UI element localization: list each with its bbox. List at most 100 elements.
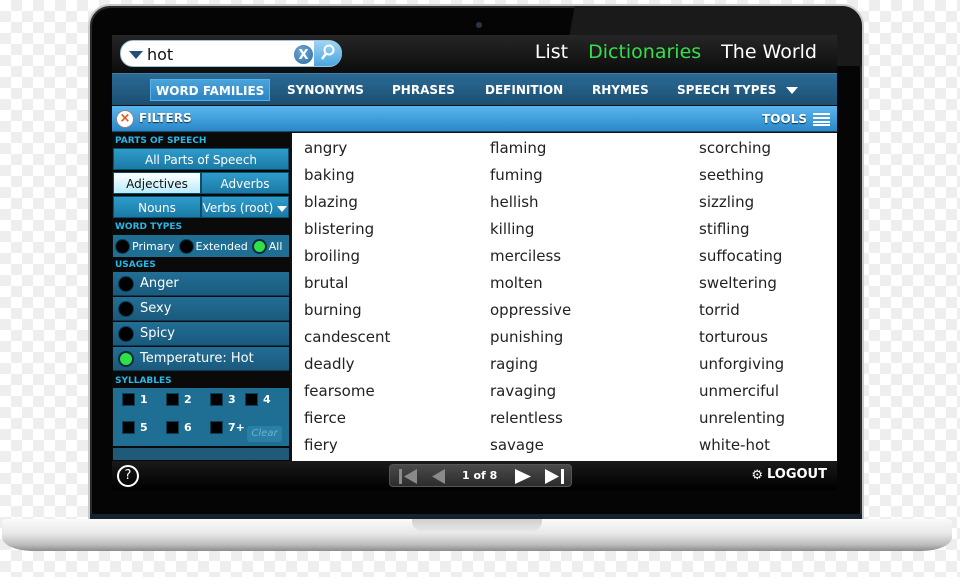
word-item[interactable]: deadly	[304, 354, 390, 381]
syllable-4-checkbox[interactable]: 4	[245, 393, 271, 406]
usage-anger[interactable]: Anger	[113, 272, 289, 296]
syllable-3-checkbox[interactable]: 3	[210, 393, 236, 406]
syllable-3-label: 3	[228, 393, 236, 406]
syllable-1-label: 1	[140, 393, 148, 406]
tools-label[interactable]: TOOLS	[762, 112, 807, 126]
checkbox-icon	[122, 421, 135, 434]
filters-bar: × FILTERS TOOLS	[112, 106, 837, 132]
word-item[interactable]: torrid	[699, 300, 785, 327]
word-item[interactable]: killing	[490, 219, 571, 246]
word-item[interactable]: merciless	[490, 246, 571, 273]
word-item[interactable]: candescent	[304, 327, 390, 354]
word-item[interactable]: punishing	[490, 327, 571, 354]
tab-speech-types[interactable]: SPEECH TYPES	[672, 79, 803, 101]
adjectives-button[interactable]: Adjectives	[113, 172, 201, 194]
syllable-2-checkbox[interactable]: 2	[166, 393, 192, 406]
adverbs-button[interactable]: Adverbs	[201, 172, 289, 194]
chevron-down-icon	[277, 205, 288, 212]
word-item[interactable]: burning	[304, 300, 390, 327]
word-item[interactable]: fiery	[304, 435, 390, 462]
results-column-1: angry baking blazing blistering broiling…	[304, 138, 390, 462]
word-item[interactable]: seething	[699, 165, 785, 192]
word-item[interactable]: torturous	[699, 327, 785, 354]
last-page-icon[interactable]	[544, 469, 566, 484]
tab-rhymes[interactable]: RHYMES	[587, 79, 654, 101]
word-item[interactable]: broiling	[304, 246, 390, 273]
word-item[interactable]: scorching	[699, 138, 785, 165]
next-page-icon[interactable]	[514, 469, 532, 484]
usage-anger-label: Anger	[140, 276, 179, 291]
nav-dictionaries[interactable]: Dictionaries	[588, 41, 701, 63]
word-item[interactable]: savage	[490, 435, 571, 462]
tab-phrases[interactable]: PHRASES	[387, 79, 460, 101]
word-item[interactable]: molten	[490, 273, 571, 300]
checkbox-icon	[245, 393, 258, 406]
radio-primary[interactable]	[115, 238, 130, 254]
word-item[interactable]: relentless	[490, 408, 571, 435]
tab-word-families[interactable]: WORD FAMILIES	[150, 79, 271, 101]
first-page-icon[interactable]	[398, 469, 418, 484]
radio-sexy[interactable]	[118, 300, 134, 317]
word-item[interactable]: white-hot	[699, 435, 785, 462]
word-item[interactable]: stifling	[699, 219, 785, 246]
syllable-6-checkbox[interactable]: 6	[166, 421, 192, 434]
syllable-6-label: 6	[184, 421, 192, 434]
radio-all[interactable]	[251, 238, 267, 254]
radio-anger[interactable]	[118, 275, 134, 292]
usage-spicy[interactable]: Spicy	[113, 322, 289, 346]
all-parts-of-speech-button[interactable]: All Parts of Speech	[113, 148, 289, 170]
word-item[interactable]: brutal	[304, 273, 390, 300]
word-item[interactable]: raging	[490, 354, 571, 381]
word-item[interactable]: fuming	[490, 165, 571, 192]
word-item[interactable]: blistering	[304, 219, 390, 246]
word-item[interactable]: fierce	[304, 408, 390, 435]
syllable-5-checkbox[interactable]: 5	[122, 421, 148, 434]
word-item[interactable]: suffocating	[699, 246, 785, 273]
syllable-7plus-checkbox[interactable]: 7+	[210, 421, 245, 434]
radio-temperature-hot[interactable]	[118, 350, 134, 367]
word-item[interactable]: sweltering	[699, 273, 785, 300]
pagination: 1 of 8	[389, 464, 572, 487]
word-item[interactable]: baking	[304, 165, 390, 192]
word-item[interactable]: hellish	[490, 192, 571, 219]
hamburger-menu-icon[interactable]	[813, 113, 830, 126]
word-item[interactable]: angry	[304, 138, 390, 165]
verbs-root-dropdown[interactable]: Verbs (root)	[201, 196, 289, 218]
sidebar-footer	[113, 448, 289, 460]
word-item[interactable]: unmerciful	[699, 381, 785, 408]
word-item[interactable]: unrelenting	[699, 408, 785, 435]
nav-list[interactable]: List	[535, 41, 568, 63]
word-item[interactable]: ravaging	[490, 381, 571, 408]
tab-synonyms[interactable]: SYNONYMS	[282, 79, 369, 101]
logout-button[interactable]: LOGOUT	[767, 467, 827, 482]
search-button[interactable]	[314, 41, 342, 66]
radio-spicy[interactable]	[118, 325, 134, 342]
word-item[interactable]: blazing	[304, 192, 390, 219]
nav-the-world[interactable]: The World	[721, 41, 817, 63]
usage-temperature-hot[interactable]: Temperature: Hot	[113, 347, 289, 371]
search-input[interactable]	[147, 43, 287, 65]
syllable-4-label: 4	[263, 393, 271, 406]
usage-sexy[interactable]: Sexy	[113, 297, 289, 321]
results-list: angry baking blazing blistering broiling…	[292, 133, 837, 461]
word-item[interactable]: flaming	[490, 138, 571, 165]
search-mode-dropdown-icon[interactable]	[129, 51, 143, 59]
previous-page-icon[interactable]	[430, 469, 446, 484]
word-item[interactable]: oppressive	[490, 300, 571, 327]
settings-gear-icon[interactable]: ⚙	[751, 468, 763, 483]
radio-extended[interactable]	[178, 238, 194, 254]
help-icon[interactable]: ?	[117, 465, 139, 487]
syllables-group: 1 2 3 4 5 6 7+ Clear	[113, 388, 289, 446]
tab-definition[interactable]: DEFINITION	[480, 79, 568, 101]
clear-syllables-button[interactable]: Clear	[247, 426, 282, 442]
search-box[interactable]: X	[120, 40, 342, 67]
close-filters-icon[interactable]: ×	[116, 110, 134, 128]
clear-search-button[interactable]: X	[293, 44, 314, 65]
syllable-1-checkbox[interactable]: 1	[122, 393, 148, 406]
word-item[interactable]: sizzling	[699, 192, 785, 219]
word-item[interactable]: unforgiving	[699, 354, 785, 381]
footer-bar: ? 1 of 8 ⚙ LOGOUT	[112, 461, 837, 490]
nouns-button[interactable]: Nouns	[113, 196, 201, 218]
filters-label[interactable]: FILTERS	[139, 111, 192, 125]
word-item[interactable]: fearsome	[304, 381, 390, 408]
